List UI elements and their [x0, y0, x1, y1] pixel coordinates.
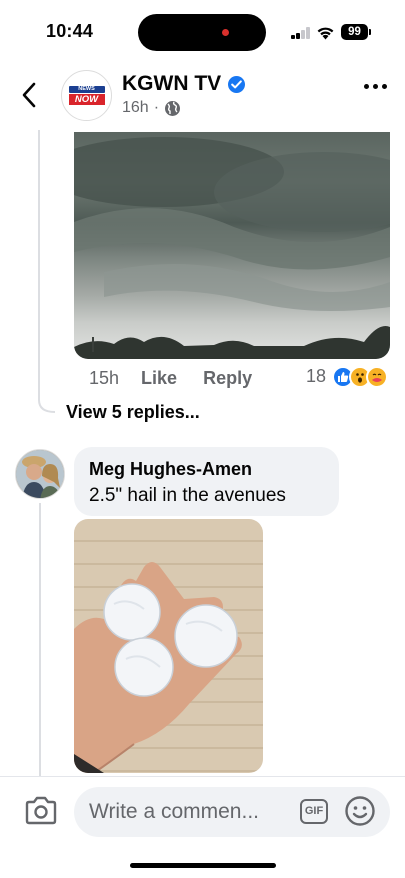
globe-icon	[165, 100, 181, 116]
more-dot	[382, 84, 387, 89]
comment-text: 2.5" hail in the avenues	[89, 485, 286, 506]
more-options-button[interactable]	[364, 84, 387, 89]
comment-bubble[interactable]: Meg Hughes-Amen 2.5" hail in the avenues	[74, 447, 339, 516]
recording-indicator	[222, 29, 229, 36]
news-now-logo: NEWS NOW	[68, 86, 105, 105]
more-dot	[373, 84, 378, 89]
logo-top-text: NEWS	[68, 86, 105, 93]
people-photo-icon	[16, 450, 64, 498]
comment-author[interactable]: Meg Hughes-Amen	[89, 458, 324, 480]
status-bar: 10:44 99	[0, 0, 405, 62]
hail-in-hand-photo-icon	[74, 562, 242, 773]
camera-icon[interactable]	[24, 796, 58, 826]
post-meta: 16h ·	[122, 99, 181, 117]
clock: 10:44	[46, 21, 94, 41]
meta-separator: ·	[153, 99, 160, 116]
storm-cloud-photo-icon	[74, 137, 390, 359]
reply-button[interactable]: Reply	[203, 368, 252, 389]
comment-image-hail[interactable]	[74, 519, 263, 773]
comment-actions: 15h Like Reply 18	[89, 365, 399, 391]
cellular-signal-icon	[291, 27, 311, 39]
post-age[interactable]: 16h	[122, 99, 149, 117]
page-name-text[interactable]: KGWN TV	[122, 72, 221, 96]
post-header: NEWS NOW KGWN TV 16h ·	[0, 62, 405, 130]
emoji-icon[interactable]	[344, 795, 376, 827]
chevron-left-icon	[22, 82, 36, 108]
battery-icon: 99	[341, 24, 368, 40]
thread-line	[39, 503, 41, 776]
gif-button[interactable]: GIF	[300, 799, 328, 824]
comment-composer: Write a commen... GIF	[0, 776, 405, 878]
care-reaction-icon	[366, 366, 388, 388]
back-button[interactable]	[14, 80, 44, 110]
thread-curve	[38, 392, 56, 413]
comment-time[interactable]: 15h	[89, 368, 119, 389]
logo-now-text: NOW	[68, 94, 105, 105]
reaction-count[interactable]: 18	[306, 366, 326, 387]
comment-image-storm[interactable]	[74, 132, 390, 359]
more-dot	[364, 84, 369, 89]
comment-input-placeholder[interactable]: Write a commen...	[89, 800, 259, 824]
reaction-icons[interactable]	[332, 366, 388, 390]
view-replies-link[interactable]: View 5 replies...	[66, 402, 200, 423]
page-name[interactable]: KGWN TV	[122, 72, 246, 96]
thread-line	[38, 130, 40, 400]
battery-tip	[369, 29, 371, 35]
commenter-avatar[interactable]	[15, 449, 65, 499]
verified-badge-icon	[228, 75, 246, 93]
dynamic-island	[138, 14, 266, 51]
home-indicator[interactable]	[130, 863, 276, 868]
like-button[interactable]: Like	[141, 368, 177, 389]
page-avatar[interactable]: NEWS NOW	[61, 70, 112, 121]
wifi-icon	[317, 27, 334, 40]
